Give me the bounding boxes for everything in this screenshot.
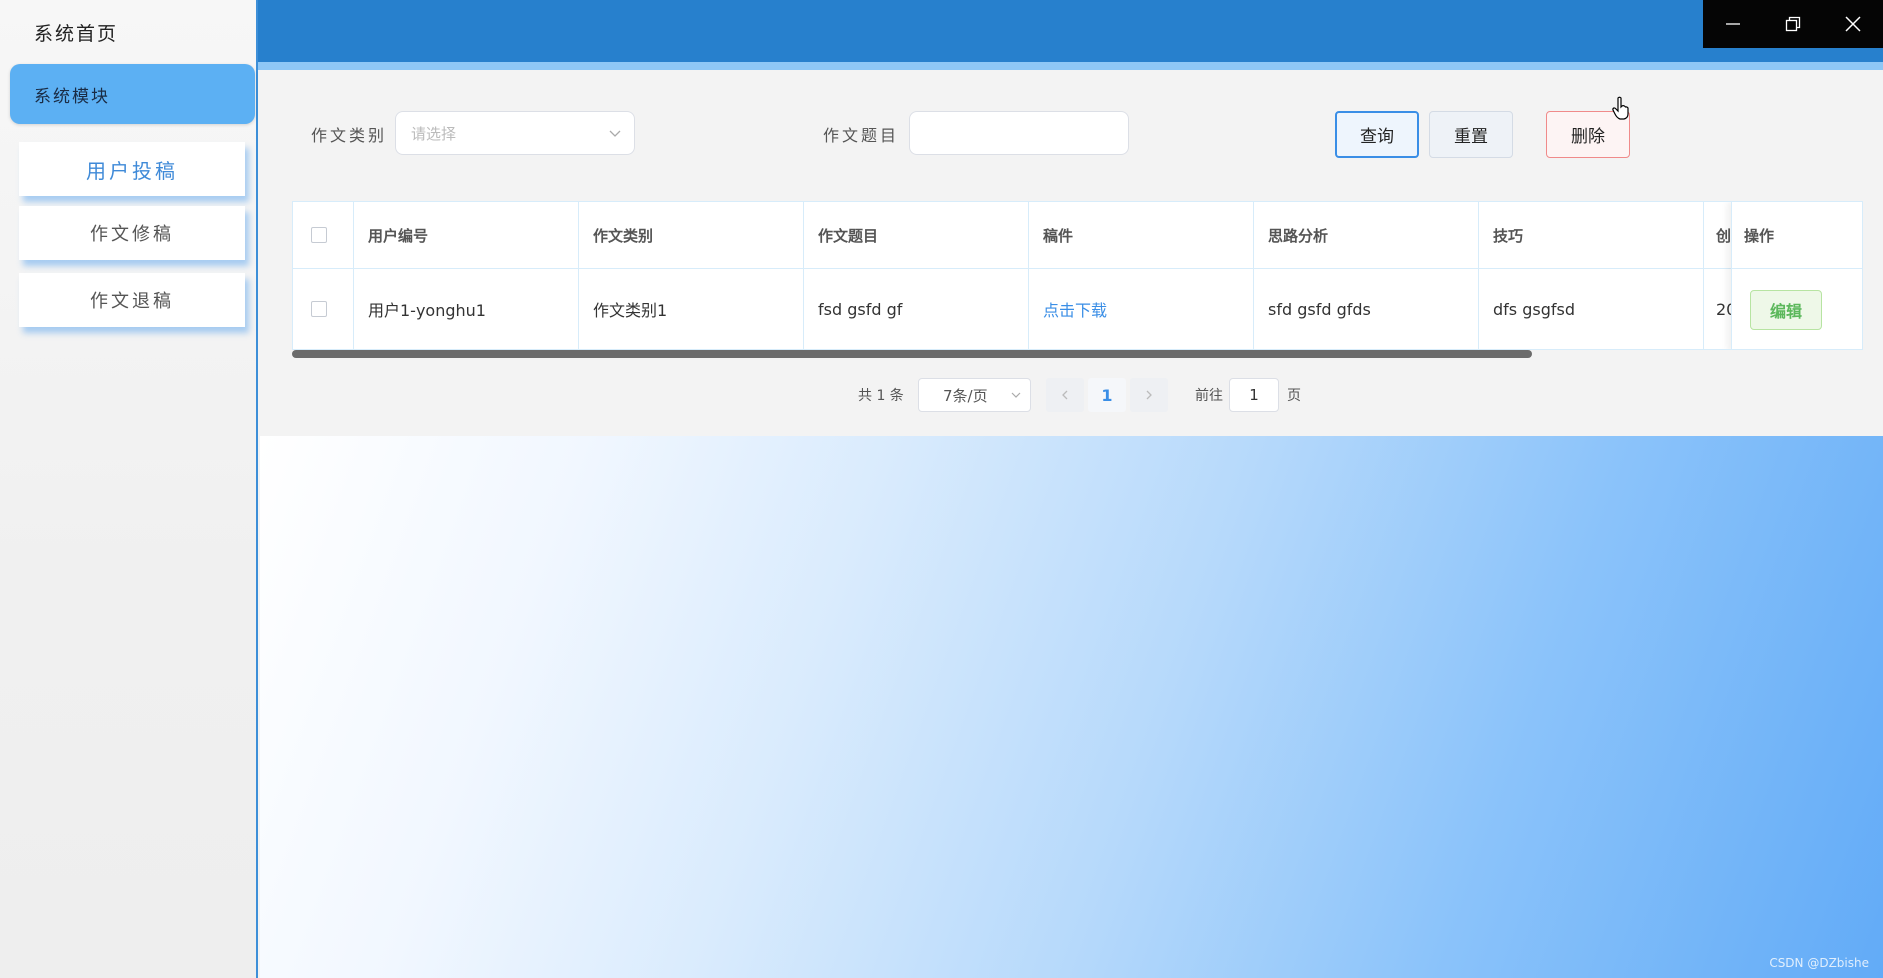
column-header-user-no[interactable]: 用户编号	[354, 202, 579, 268]
cell-title: fsd gsfd gf	[804, 269, 1029, 349]
sidebar-home[interactable]: 系统首页	[0, 0, 256, 64]
close-icon[interactable]	[1823, 0, 1883, 48]
category-label: 作文类别	[311, 126, 388, 145]
row-checkbox[interactable]	[311, 301, 327, 317]
hand-cursor-icon	[1612, 96, 1629, 120]
cell-analysis: sfd gsfd gfds	[1254, 269, 1479, 349]
chevron-right-icon	[1146, 390, 1152, 400]
column-header-title[interactable]: 作文题目	[804, 202, 1029, 268]
prev-page-button[interactable]	[1046, 378, 1084, 412]
restore-icon[interactable]	[1763, 0, 1823, 48]
operation-column: 操作 编辑	[1731, 202, 1862, 349]
minimize-icon[interactable]	[1703, 0, 1763, 48]
sidebar-item-user-submission[interactable]: 用户投稿	[19, 142, 245, 196]
window-controls	[1703, 0, 1883, 48]
column-header-category[interactable]: 作文类别	[579, 202, 804, 268]
topbar-divider	[258, 62, 1883, 70]
pagination-total: 共 1 条	[858, 388, 904, 404]
sidebar-module[interactable]: 系统模块	[10, 64, 255, 124]
reset-button[interactable]: 重置	[1429, 111, 1513, 158]
download-link[interactable]: 点击下载	[1043, 297, 1107, 321]
column-header-analysis[interactable]: 思路分析	[1254, 202, 1479, 268]
goto-label: 前往	[1195, 388, 1223, 404]
operation-divider	[1732, 268, 1862, 269]
row-checkbox-cell	[293, 269, 354, 349]
query-button[interactable]: 查询	[1335, 111, 1419, 158]
category-placeholder: 请选择	[411, 124, 457, 143]
chevron-down-icon	[609, 130, 621, 137]
data-table: 用户编号 作文类别 作文题目 稿件 思路分析 技巧 创 用户1-yonghu1 …	[292, 201, 1863, 350]
title-label: 作文题目	[823, 126, 900, 145]
cell-skill: dfs gsgfsd	[1479, 269, 1704, 349]
cell-category: 作文类别1	[579, 269, 804, 349]
main-background	[260, 436, 1883, 978]
header-checkbox-cell	[293, 202, 354, 268]
cell-user-no: 用户1-yonghu1	[354, 269, 579, 349]
page-suffix: 页	[1287, 388, 1301, 404]
page-number-current[interactable]: 1	[1088, 378, 1126, 412]
chevron-left-icon	[1062, 390, 1068, 400]
column-header-skill[interactable]: 技巧	[1479, 202, 1704, 268]
title-input[interactable]	[909, 111, 1129, 155]
table-horizontal-scrollbar[interactable]	[292, 350, 1532, 358]
sidebar-item-essay-revision[interactable]: 作文修稿	[19, 206, 245, 260]
topbar	[258, 0, 1883, 62]
sidebar-item-essay-rejection[interactable]: 作文退稿	[19, 273, 245, 327]
column-header-manuscript[interactable]: 稿件	[1029, 202, 1254, 268]
watermark: CSDN @DZbishe	[1769, 956, 1869, 970]
select-all-checkbox[interactable]	[311, 227, 327, 243]
sidebar: 系统首页 系统模块 用户投稿 作文修稿 作文退稿	[0, 0, 258, 978]
column-header-operation: 操作	[1744, 226, 1775, 245]
page-size-value: 7条/页	[943, 386, 988, 405]
edit-button[interactable]: 编辑	[1750, 290, 1822, 330]
page-size-select[interactable]: 7条/页	[918, 378, 1031, 412]
goto-page-input[interactable]: 1	[1229, 378, 1279, 412]
category-select[interactable]: 请选择	[395, 111, 635, 155]
next-page-button[interactable]	[1130, 378, 1168, 412]
chevron-down-icon	[1011, 392, 1021, 398]
cell-manuscript: 点击下载	[1029, 269, 1254, 349]
